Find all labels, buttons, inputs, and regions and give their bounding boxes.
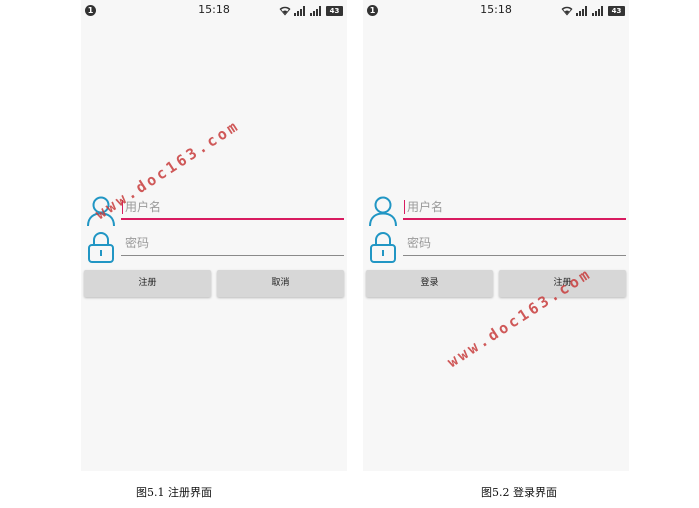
figure-caption-register: 图5.1 注册界面 <box>136 486 212 499</box>
username-input[interactable]: 用户名 <box>403 198 626 220</box>
figure-caption-login: 图5.2 登录界面 <box>481 486 557 499</box>
signal-icon <box>576 6 589 16</box>
status-bar: 1 15:18 43 <box>81 0 347 20</box>
username-placeholder: 用户名 <box>407 200 444 214</box>
signal-icon-2 <box>592 6 605 16</box>
lock-icon <box>370 232 396 263</box>
password-row: 密码 <box>363 229 629 263</box>
status-bar: 1 15:18 43 <box>363 0 629 20</box>
battery-icon: 43 <box>326 6 343 16</box>
login-screen: 1 15:18 43 用户名 密码 登录 注册 <box>363 0 629 471</box>
username-row: 用户名 <box>363 193 629 227</box>
status-icons: 43 <box>279 4 343 16</box>
password-placeholder: 密码 <box>125 236 150 250</box>
cancel-button[interactable]: 取消 <box>217 270 344 297</box>
wifi-icon <box>279 6 291 16</box>
text-caret <box>404 200 405 214</box>
wifi-icon <box>561 6 573 16</box>
login-button[interactable]: 登录 <box>366 270 493 297</box>
username-input[interactable]: 用户名 <box>121 198 344 220</box>
battery-icon: 43 <box>608 6 625 16</box>
signal-icon-2 <box>310 6 323 16</box>
signal-icon <box>294 6 307 16</box>
user-icon <box>369 196 397 227</box>
register-button[interactable]: 注册 <box>84 270 211 297</box>
status-icons: 43 <box>561 4 625 16</box>
password-placeholder: 密码 <box>407 236 432 250</box>
lock-icon <box>88 232 114 263</box>
figure-page: 1 15:18 43 用户名 密码 注册 取消 1 15:18 43 用户名 密… <box>0 0 699 508</box>
password-input[interactable]: 密码 <box>403 234 626 256</box>
register-screen: 1 15:18 43 用户名 密码 注册 取消 <box>81 0 347 471</box>
password-row: 密码 <box>81 229 347 263</box>
password-input[interactable]: 密码 <box>121 234 344 256</box>
